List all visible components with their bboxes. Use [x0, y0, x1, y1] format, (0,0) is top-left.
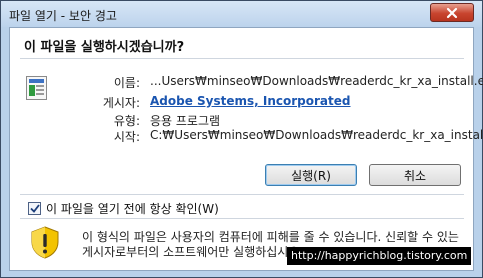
- application-file-icon: [26, 76, 47, 100]
- publisher-link[interactable]: Adobe Systems, Incorporated: [150, 94, 351, 108]
- publisher-label: 게시자:: [102, 96, 140, 110]
- close-icon: [446, 7, 458, 18]
- always-ask-option[interactable]: 이 파일을 열기 전에 항상 확인(W): [28, 201, 219, 216]
- dialog-question: 이 파일을 실행하시겠습니까?: [24, 40, 185, 55]
- close-button[interactable]: [430, 3, 474, 22]
- security-warning-window: 파일 열기 - 보안 경고 이 파일을 실행하시겠습니까? 이름: ...Use…: [0, 0, 483, 278]
- divider: [20, 218, 464, 219]
- divider: [20, 194, 464, 195]
- watermark: http://happyrichblog.tistory.com: [287, 247, 472, 265]
- from-value: C:₩Users₩minseo₩Downloads₩readerdc_kr_xa…: [150, 128, 483, 142]
- always-ask-checkbox[interactable]: [28, 202, 41, 215]
- run-button[interactable]: 실행(R): [265, 164, 357, 186]
- window-title: 파일 열기 - 보안 경고: [9, 9, 117, 23]
- check-icon: [29, 204, 40, 213]
- type-value: 응용 프로그램: [150, 114, 221, 128]
- name-value: ...Users₩minseo₩Downloads₩readerdc_kr_xa…: [150, 74, 483, 88]
- dialog-body: 이 파일을 실행하시겠습니까? 이름: ...Users₩minseo₩Down…: [9, 27, 483, 271]
- shield-warning-icon: [31, 226, 59, 259]
- always-ask-label[interactable]: 이 파일을 열기 전에 항상 확인(W): [46, 200, 219, 217]
- divider: [20, 58, 464, 59]
- cancel-button[interactable]: 취소: [369, 164, 461, 186]
- from-label: 시작:: [113, 130, 140, 144]
- title-bar[interactable]: 파일 열기 - 보안 경고: [1, 1, 482, 27]
- type-label: 유형:: [113, 114, 140, 128]
- name-label: 이름:: [113, 76, 140, 90]
